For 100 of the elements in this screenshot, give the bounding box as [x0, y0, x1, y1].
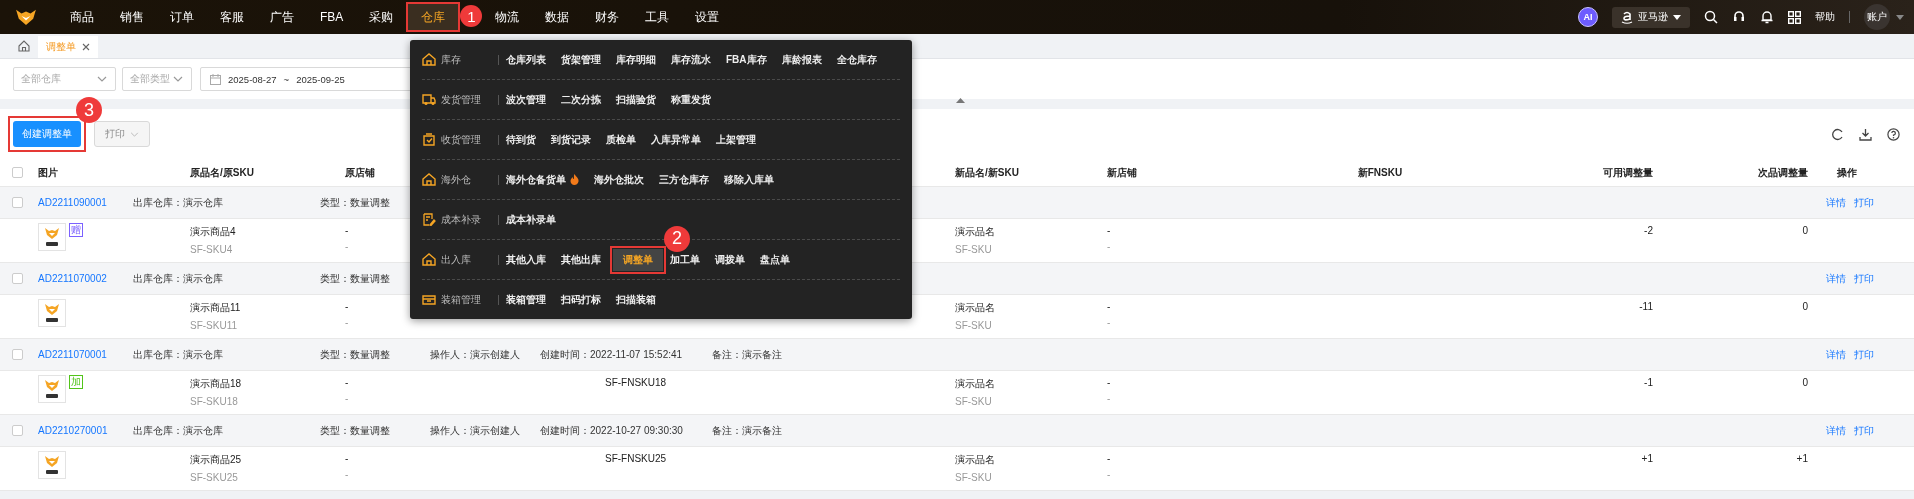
order-number-link[interactable]: AD2211070001	[38, 349, 133, 360]
menu-item[interactable]: 扫描验货	[616, 88, 656, 111]
action-link[interactable]: 打印	[1854, 347, 1874, 362]
order-number-link[interactable]: AD2211070002	[38, 273, 133, 284]
action-link[interactable]: 详情	[1826, 195, 1846, 210]
type-text: 类型：数量调整	[320, 195, 391, 210]
menu-item[interactable]: 仓库列表	[506, 48, 546, 71]
menu-item[interactable]: 入库异常单	[651, 128, 701, 151]
action-link[interactable]: 打印	[1854, 271, 1874, 286]
action-link[interactable]: 详情	[1826, 347, 1846, 362]
column-header: 新FNSKU	[1357, 165, 1403, 180]
nav-menu-item[interactable]: 客服	[207, 4, 257, 30]
sku-text: SF-SKU	[955, 472, 993, 483]
menu-category: 装箱管理	[441, 292, 482, 307]
checkbox[interactable]	[12, 349, 23, 360]
fnsku-text: SF-FNSKU18	[605, 377, 668, 388]
shop-sub-text: -	[1107, 393, 1112, 404]
product-name: 演示品名	[955, 377, 996, 391]
shop-text: -	[1107, 453, 1112, 464]
menu-item[interactable]: 调整单	[613, 248, 663, 271]
checkbox[interactable]	[12, 167, 23, 178]
menu-item[interactable]: 库龄报表	[781, 48, 822, 71]
nav-menu-item[interactable]: FBA	[307, 4, 357, 30]
created-time-text: 创建时间：2022-10-27 09:30:30	[540, 423, 684, 438]
shop-text: -	[345, 453, 350, 464]
menu-item[interactable]: 全仓库存	[836, 48, 877, 71]
platform-selector[interactable]: 亚马逊	[1612, 6, 1690, 28]
nav-menu-item[interactable]: 广告	[257, 4, 307, 30]
menu-item[interactable]: 称重发货	[671, 88, 711, 111]
nav-menu-item[interactable]: 工具	[632, 4, 683, 30]
type-text: 类型：数量调整	[320, 347, 391, 362]
nav-menu-item[interactable]: 订单	[157, 4, 207, 30]
nav-menu-item[interactable]: 商品	[57, 4, 107, 30]
menu-item[interactable]: 二次分拣	[561, 88, 601, 111]
menu-category: 库存	[441, 52, 462, 67]
nav-menu-item[interactable]: 物流	[482, 4, 533, 30]
checkbox[interactable]	[12, 425, 23, 436]
menu-item[interactable]: 装箱管理	[506, 288, 546, 311]
ai-badge[interactable]: AI	[1578, 7, 1598, 27]
menu-item[interactable]: 质检单	[606, 128, 636, 151]
menu-item[interactable]: 海外仓备货单	[506, 168, 579, 191]
action-link[interactable]: 详情	[1826, 271, 1846, 286]
truck-icon	[422, 93, 436, 106]
bell-icon[interactable]	[1760, 10, 1774, 24]
home-icon[interactable]	[18, 40, 30, 52]
menu-item[interactable]: 成本补录单	[506, 208, 556, 231]
refresh-icon[interactable]	[1831, 127, 1844, 141]
checkbox[interactable]	[12, 197, 23, 208]
menu-item[interactable]: 三方仓库存	[659, 168, 709, 191]
search-icon[interactable]	[1704, 10, 1718, 24]
column-header: 新店铺	[1107, 165, 1137, 180]
column-header: 新品名/新SKU	[955, 165, 1019, 180]
menu-item[interactable]: 库存明细	[616, 48, 656, 71]
action-link[interactable]: 打印	[1854, 423, 1874, 438]
menu-item[interactable]: 盘点单	[760, 248, 790, 271]
shop-text: -	[1107, 301, 1112, 312]
menu-item[interactable]: 其他入库	[506, 248, 546, 271]
menu-item[interactable]: 货架管理	[561, 48, 601, 71]
help-icon[interactable]	[1887, 127, 1900, 141]
shop-sub-text: -	[1107, 317, 1112, 328]
caret-icon	[1673, 14, 1681, 20]
menu-item[interactable]: 波次管理	[506, 88, 546, 111]
operator-text: 操作人：演示创建人	[430, 423, 521, 438]
download-icon[interactable]	[1859, 127, 1872, 141]
product-name: 演示商品18	[190, 377, 243, 391]
nav-menu-item[interactable]: 采购	[356, 4, 407, 30]
nav-menu-item[interactable]: 数据	[532, 4, 583, 30]
caret-icon[interactable]	[1896, 14, 1904, 20]
menu-item[interactable]: FBA库存	[726, 48, 767, 71]
product-name: 演示商品4	[190, 225, 237, 239]
flame-icon	[570, 174, 579, 185]
apps-grid-icon[interactable]	[1788, 10, 1801, 24]
menu-item[interactable]: 海外仓批次	[594, 168, 644, 191]
action-link[interactable]: 详情	[1826, 423, 1846, 438]
menu-item[interactable]: 移除入库单	[724, 168, 774, 191]
note-text: 备注：演示备注	[712, 347, 782, 362]
action-link[interactable]: 打印	[1854, 195, 1874, 210]
nav-menu-item[interactable]: 财务	[582, 4, 633, 30]
account-avatar[interactable]: 账户	[1864, 4, 1890, 30]
menu-item[interactable]: 扫描装箱	[616, 288, 656, 311]
help-link[interactable]: 帮助	[1815, 10, 1835, 24]
menu-item[interactable]: 上架管理	[716, 128, 756, 151]
checkbox[interactable]	[12, 273, 23, 284]
menu-item[interactable]: 待到货	[506, 128, 536, 151]
nav-menu-item[interactable]: 仓库	[408, 4, 459, 30]
shop-text: -	[345, 377, 350, 388]
quantity-text: -2	[1644, 225, 1653, 236]
order-number-link[interactable]: AD2211090001	[38, 197, 133, 208]
order-number-link[interactable]: AD2210270001	[38, 425, 133, 436]
fox-logo-icon[interactable]	[15, 8, 37, 26]
menu-item[interactable]: 调拨单	[715, 248, 745, 271]
nav-menu-item[interactable]: 销售	[107, 4, 157, 30]
menu-category: 海外仓	[441, 172, 472, 187]
close-icon[interactable]	[82, 43, 90, 51]
menu-item[interactable]: 到货记录	[551, 128, 591, 151]
nav-menu-item[interactable]: 设置	[682, 4, 733, 30]
menu-item[interactable]: 其他出库	[561, 248, 601, 271]
headset-icon[interactable]	[1732, 10, 1746, 24]
menu-item[interactable]: 库存流水	[671, 48, 711, 71]
menu-item[interactable]: 扫码打标	[561, 288, 601, 311]
